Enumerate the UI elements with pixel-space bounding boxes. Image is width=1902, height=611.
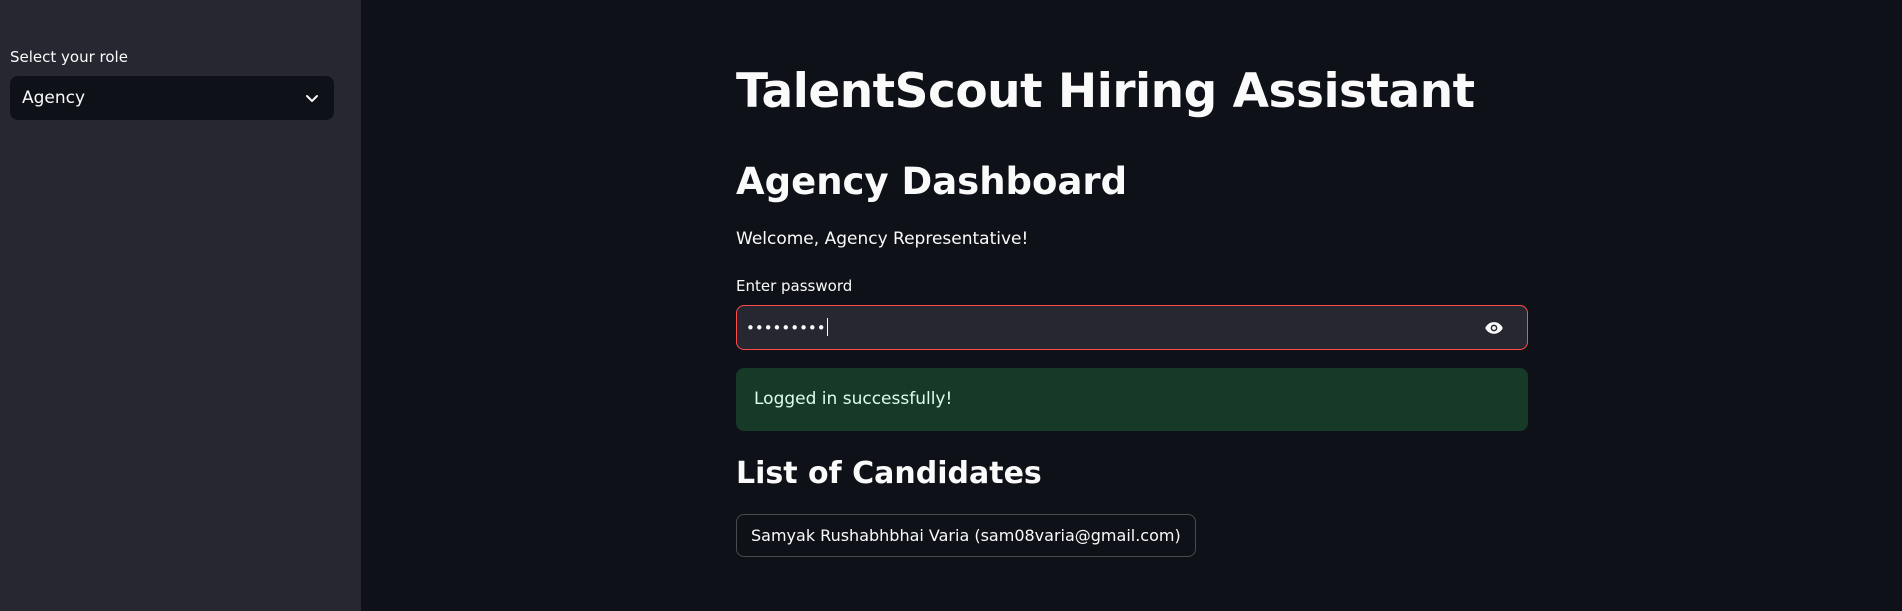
welcome-text: Welcome, Agency Representative! [736, 229, 1029, 249]
app-root: Select your role Agency TalentScout Hiri… [0, 0, 1902, 611]
password-value: ••••••••• [746, 318, 828, 337]
role-select-value: Agency [22, 88, 86, 108]
success-message: Logged in successfully! [754, 389, 953, 409]
password-input[interactable]: ••••••••• [736, 305, 1528, 350]
candidates-heading: List of Candidates [736, 456, 1042, 491]
chevron-down-icon [306, 95, 318, 102]
candidate-button[interactable]: Samyak Rushabhbhai Varia (sam08varia@gma… [736, 514, 1196, 557]
eye-icon[interactable] [1483, 318, 1505, 338]
role-select-label: Select your role [10, 48, 128, 66]
page-title: TalentScout Hiring Assistant [736, 64, 1475, 119]
main-content: TalentScout Hiring Assistant Agency Dash… [361, 0, 1902, 611]
dashboard-heading: Agency Dashboard [736, 160, 1128, 203]
success-alert: Logged in successfully! [736, 368, 1528, 431]
sidebar: Select your role Agency [0, 0, 361, 611]
text-caret [826, 318, 828, 336]
role-select[interactable]: Agency [10, 76, 334, 120]
password-label: Enter password [736, 277, 853, 295]
